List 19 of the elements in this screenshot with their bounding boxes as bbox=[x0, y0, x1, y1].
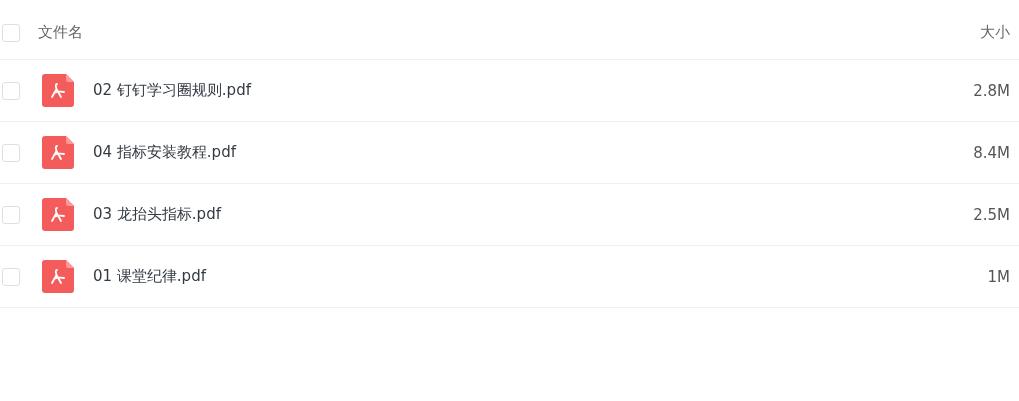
file-name[interactable]: 01 课堂纪律.pdf bbox=[93, 267, 206, 286]
file-size: 2.8M bbox=[973, 81, 1010, 100]
pdf-file-icon bbox=[42, 74, 74, 107]
pdf-file-icon bbox=[42, 198, 74, 231]
checkbox[interactable] bbox=[2, 143, 20, 162]
column-header: 文件名 bbox=[38, 23, 83, 42]
file-size: 1M bbox=[987, 267, 1010, 286]
checkbox[interactable] bbox=[2, 205, 20, 224]
checkbox[interactable] bbox=[2, 267, 20, 286]
file-name[interactable]: 04 指标安装教程.pdf bbox=[93, 143, 236, 162]
pdf-file-icon bbox=[42, 260, 74, 293]
pdf-file-icon bbox=[42, 136, 74, 169]
checkbox[interactable] bbox=[2, 23, 20, 42]
file-size: 2.5M bbox=[973, 205, 1010, 224]
file-size: 8.4M bbox=[973, 143, 1010, 162]
file-name[interactable]: 03 龙抬头指标.pdf bbox=[93, 205, 221, 224]
column-header: 大小 bbox=[980, 23, 1010, 42]
file-name[interactable]: 02 钉钉学习圈规则.pdf bbox=[93, 81, 251, 100]
checkbox[interactable] bbox=[2, 81, 20, 100]
